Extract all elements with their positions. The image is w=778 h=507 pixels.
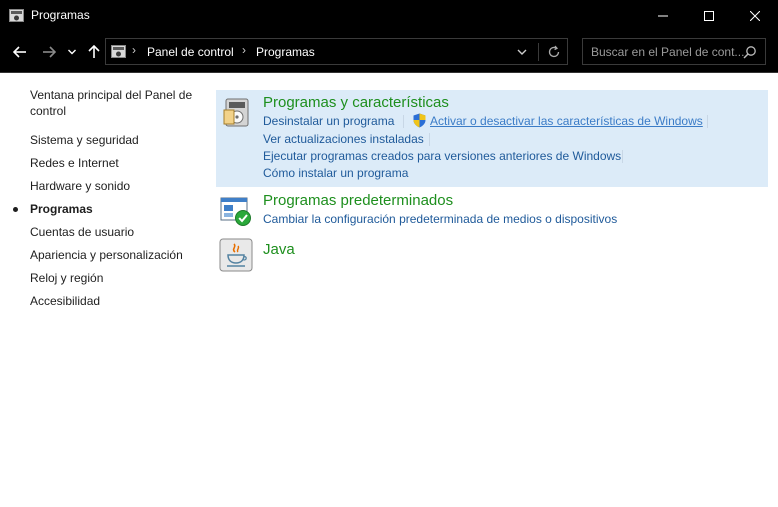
minimize-button[interactable] <box>640 0 686 32</box>
sidebar-item-control-panel-home[interactable]: Ventana principal del Panel de control <box>30 87 195 119</box>
sidebar-item-accessibility[interactable]: Accesibilidad <box>30 293 195 309</box>
breadcrumb-separator-icon: › <box>242 43 246 57</box>
category-title-programs-features[interactable]: Programas y características <box>263 94 449 111</box>
arrow-left-icon <box>13 46 26 58</box>
address-bar[interactable]: › Panel de control › Programas <box>105 38 568 65</box>
search-icon <box>743 46 756 59</box>
shield-icon <box>413 113 426 128</box>
up-button[interactable] <box>84 42 104 62</box>
java-icon <box>219 238 253 272</box>
sidebar-item-network-internet[interactable]: Redes e Internet <box>30 155 195 171</box>
sidebar-item-programs[interactable]: Programas <box>30 201 195 217</box>
category-title-default-programs[interactable]: Programas predeterminados <box>263 192 453 209</box>
search-placeholder: Buscar en el Panel de cont... <box>591 45 745 59</box>
link-divider <box>403 115 404 128</box>
sidebar-item-system-security[interactable]: Sistema y seguridad <box>30 132 195 148</box>
control-panel-icon <box>111 45 126 58</box>
navigation-bar: › Panel de control › Programas Buscar en… <box>0 32 778 73</box>
default-programs-icon <box>220 197 251 226</box>
link-divider <box>622 150 623 163</box>
sidebar-item-appearance[interactable]: Apariencia y personalización <box>30 247 195 263</box>
close-icon <box>750 11 760 21</box>
breadcrumb-control-panel[interactable]: Panel de control <box>147 45 234 59</box>
programs-features-icon <box>223 98 249 127</box>
sidebar-item-user-accounts[interactable]: Cuentas de usuario <box>30 224 195 240</box>
recent-locations-button[interactable] <box>64 42 80 62</box>
breadcrumb-programs[interactable]: Programas <box>256 45 315 59</box>
title-bar: Programas <box>0 0 778 32</box>
chevron-down-icon <box>68 49 76 55</box>
link-how-to-install[interactable]: Cómo instalar un programa <box>263 166 408 180</box>
refresh-icon[interactable] <box>546 44 562 60</box>
sidebar-item-clock-region[interactable]: Reloj y región <box>30 270 195 286</box>
link-divider <box>707 115 708 128</box>
minimize-icon <box>658 15 668 17</box>
maximize-button[interactable] <box>686 0 732 32</box>
control-panel-icon <box>9 9 24 22</box>
breadcrumb-separator-icon: › <box>132 43 136 57</box>
category-title-java[interactable]: Java <box>263 241 295 258</box>
arrow-up-icon <box>88 45 100 58</box>
back-button[interactable] <box>10 42 30 62</box>
window-title: Programas <box>31 8 90 22</box>
active-bullet-icon <box>13 207 18 212</box>
forward-button[interactable] <box>39 42 59 62</box>
search-box[interactable]: Buscar en el Panel de cont... <box>582 38 766 65</box>
close-button[interactable] <box>732 0 778 32</box>
link-windows-features[interactable]: Activar o desactivar las características… <box>430 114 703 128</box>
link-uninstall-program[interactable]: Desinstalar un programa <box>263 114 394 128</box>
link-divider <box>429 133 430 146</box>
chevron-down-icon[interactable] <box>514 44 530 60</box>
divider <box>538 43 539 61</box>
maximize-icon <box>704 11 714 21</box>
link-run-older-programs[interactable]: Ejecutar programas creados para versione… <box>263 149 621 163</box>
arrow-right-icon <box>43 46 56 58</box>
sidebar-item-hardware-sound[interactable]: Hardware y sonido <box>30 178 195 194</box>
link-change-media-defaults[interactable]: Cambiar la configuración predeterminada … <box>263 212 617 226</box>
link-view-installed-updates[interactable]: Ver actualizaciones instaladas <box>263 132 424 146</box>
